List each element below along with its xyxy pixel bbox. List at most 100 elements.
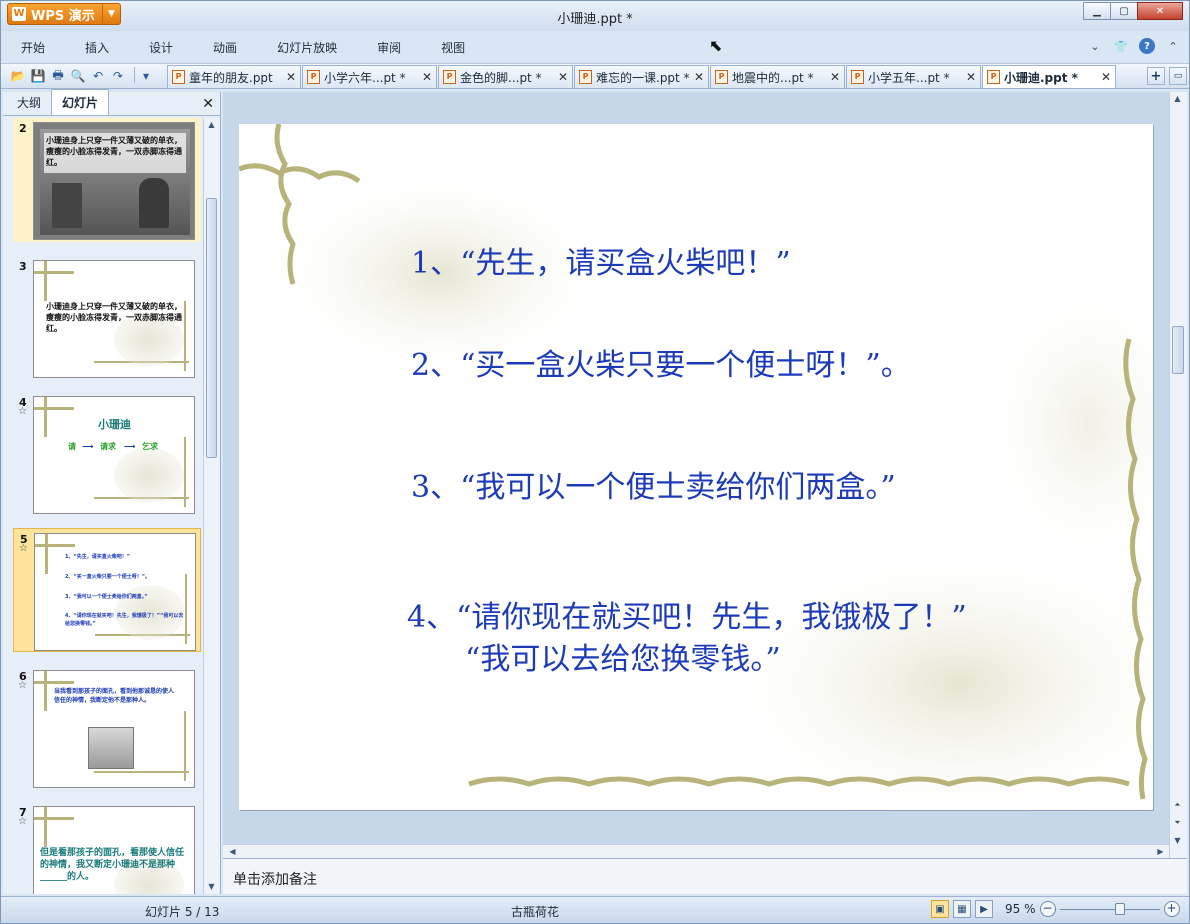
menubar-right-tools: ⌄ 👕 ? ⌃ [1087,38,1181,54]
slide-edit-area: 1、“先生，请买盒火柴吧！” 2、“买一盒火柴只要一个便士呀！”。 3、“我可以… [223,92,1169,844]
window-title: 小珊迪.ppt * [557,12,633,27]
help-icon[interactable]: ? [1139,38,1155,54]
scroll-left-icon[interactable]: ◀ [225,845,240,859]
thumbnail-flow-3: 乞求 [142,442,158,451]
menu-animation[interactable]: 动画 [193,39,257,56]
minimize-button[interactable]: ▁ [1083,2,1111,20]
zoom-slider-knob[interactable] [1114,903,1125,915]
animation-star-icon: ☆ [19,543,28,554]
doc-tab[interactable]: P 小学六年...pt * ✕ [302,65,437,88]
slide-thumbnail[interactable]: 4 ☆ 小珊迪 请 ⟶ 请求 ⟶ 乞求 [13,392,201,516]
close-icon[interactable]: ✕ [966,70,976,84]
scroll-up-icon[interactable]: ▲ [1170,92,1185,106]
menu-view[interactable]: 视图 [421,39,485,56]
thumbnail-text: 当我看到那孩子的面孔，看到他那诚恳的使人信任的神情，我断定他不是那种人。 [54,688,175,704]
slide-thumbnail-selected[interactable]: 5 ☆ 1、“先生，请买盒火柴吧！” 2、“买一盒火柴只要一个便士呀！”。 3、… [13,528,201,652]
notes-pane[interactable]: 单击添加备注 [223,858,1187,894]
doc-tab[interactable]: P 地震中的...pt * ✕ [710,65,845,88]
thumbnail-line: 3、“我可以一个便士卖给你们两盒。” [65,594,148,600]
doc-tab-label: 小珊迪.ppt * [1004,70,1078,85]
theme-name[interactable]: 古瓶荷花 [511,903,559,920]
view-and-zoom-controls: ▣ ▦ ▶ 95 % − + [931,900,1180,918]
close-icon[interactable]: ✕ [202,96,214,112]
slideshow-view-icon[interactable]: ▶ [975,900,993,918]
close-icon[interactable]: ✕ [830,70,840,84]
tab-slides[interactable]: 幻灯片 [51,89,110,115]
doc-tab[interactable]: P 难忘的一课.ppt * ✕ [574,65,709,88]
menu-home[interactable]: 开始 [1,39,65,56]
zoom-out-icon[interactable]: − [1039,901,1056,917]
slide-text-line-5[interactable]: “我可以去给您换零钱。” [465,634,781,678]
thumbnail-flow-2: 请求 [100,442,116,451]
new-tab-plus-icon[interactable]: + [1147,67,1165,85]
thumbnail-title: 小珊迪 [98,418,131,431]
scroll-down-icon[interactable]: ▼ [204,880,219,894]
customize-dropdown-icon[interactable]: ▾ [137,67,155,85]
print-preview-icon[interactable]: 🔍 [69,67,87,85]
slide-thumbnail[interactable]: 3 小珊迪身上只穿一件又薄又破的单衣，瘦瘦的小脸冻得发青，一双赤脚冻得通红。 [13,256,201,380]
previous-slide-icon[interactable]: ⏶ [1170,798,1185,812]
skin-shirt-icon[interactable]: 👕 [1113,38,1129,54]
scrollbar-thumb[interactable] [1172,326,1184,374]
slide-text-line-3[interactable]: 3、“我可以一个便士卖给你们两盒。” [411,462,896,506]
close-button[interactable]: ✕ [1137,2,1183,20]
scroll-right-icon[interactable]: ▶ [1153,845,1168,859]
close-icon[interactable]: ✕ [422,70,432,84]
slide-text-line-1[interactable]: 1、“先生，请买盒火柴吧！” [411,238,791,282]
document-tabs: P 童年的朋友.ppt ✕ P 小学六年...pt * ✕ P 金色的脚...p… [167,65,1117,88]
doc-tab-label: 小学六年...pt * [324,70,406,85]
slide-number: 3 [19,260,27,273]
save-icon[interactable]: 💾 [29,67,47,85]
scroll-down-icon[interactable]: ▼ [1170,834,1185,848]
print-icon[interactable]: 🖶 [49,67,67,85]
slide-sorter-view-icon[interactable]: ▦ [953,900,971,918]
slides-pane: 大纲 幻灯片 ✕ 2 小珊迪身上只穿一件又薄又破的单衣，瘦瘦的小脸冻得发青，一双… [3,89,221,894]
thumbnail-line: 2、“买一盒火柴只要一个便士呀！”。 [65,574,151,580]
close-icon[interactable]: ✕ [558,70,568,84]
normal-view-icon[interactable]: ▣ [931,900,949,918]
menu-design[interactable]: 设计 [129,39,193,56]
main-horizontal-scrollbar[interactable]: ◀ ▶ [223,844,1169,858]
slide-canvas[interactable]: 1、“先生，请买盒火柴吧！” 2、“买一盒火柴只要一个便士呀！”。 3、“我可以… [239,124,1153,810]
slide-thumbnail[interactable]: 7 ☆ 但是看那孩子的面孔，看那使人信任的神情，我又断定小珊迪不是那种_____… [13,802,201,894]
scroll-up-icon[interactable]: ▲ [204,118,219,132]
tab-outline[interactable]: 大纲 [7,90,51,115]
doc-tab[interactable]: P 童年的朋友.ppt ✕ [167,65,301,88]
slide-text-line-4[interactable]: 4、“请你现在就买吧！先生，我饿极了！” [407,592,967,636]
slide-thumbnail[interactable]: 2 小珊迪身上只穿一件又薄又破的单衣，瘦瘦的小脸冻得发青，一双赤脚冻得通红。 [13,118,201,242]
main-vertical-scrollbar[interactable]: ▲ ⏶ ⏷ ▼ [1169,92,1187,858]
close-icon[interactable]: ✕ [694,70,704,84]
undo-icon[interactable]: ↶ [89,67,107,85]
chevron-up-icon[interactable]: ⌃ [1165,38,1181,54]
menu-review[interactable]: 审阅 [357,39,421,56]
doc-tab-label: 难忘的一课.ppt * [596,70,690,85]
doc-tab[interactable]: P 小学五年...pt * ✕ [846,65,981,88]
thumbnail-scrollbar[interactable]: ▲ ▼ [203,118,219,894]
zoom-level: 95 % [1005,902,1036,916]
quick-access-toolbar: 📂 💾 🖶 🔍 ↶ ↷ ▾ [9,67,155,85]
menu-insert[interactable]: 插入 [65,39,129,56]
zoom-slider[interactable] [1059,902,1160,916]
slide-thumbnail-list: 2 小珊迪身上只穿一件又薄又破的单衣，瘦瘦的小脸冻得发青，一双赤脚冻得通红。 3… [3,118,203,894]
pane-tabs: 大纲 幻灯片 [3,89,220,116]
slide-thumbnail[interactable]: 6 ☆ 当我看到那孩子的面孔，看到他那诚恳的使人信任的神情，我断定他不是那种人。 [13,666,201,790]
menu-slideshow[interactable]: 幻灯片放映 [257,39,357,56]
tab-list-icon[interactable]: ▭ [1169,67,1187,85]
slide-text-line-2[interactable]: 2、“买一盒火柴只要一个便士呀！”。 [411,340,911,384]
redo-icon[interactable]: ↷ [109,67,127,85]
zoom-in-icon[interactable]: + [1163,901,1180,917]
doc-tab[interactable]: P 金色的脚...pt * ✕ [438,65,573,88]
doc-tab-label: 童年的朋友.ppt [189,70,273,85]
close-icon[interactable]: ✕ [286,70,296,84]
thumbnail-text: 小珊迪身上只穿一件又薄又破的单衣，瘦瘦的小脸冻得发青，一双赤脚冻得通红。 [46,302,182,333]
thumbnail-line: 4、“请你现在就买吧！先生，我饿极了！”“我可以去给您换零钱。” [65,613,184,627]
chevron-down-icon[interactable]: ⌄ [1087,38,1103,54]
close-icon[interactable]: ✕ [1101,70,1111,84]
ppt-file-icon: P [987,70,1000,84]
maximize-button[interactable]: ▢ [1110,2,1138,20]
next-slide-icon[interactable]: ⏷ [1170,816,1185,830]
scrollbar-thumb[interactable] [206,198,217,458]
open-folder-icon[interactable]: 📂 [9,67,27,85]
slide-thumbnail-image: 小珊迪身上只穿一件又薄又破的单衣，瘦瘦的小脸冻得发青，一双赤脚冻得通红。 [33,260,195,378]
doc-tab-active[interactable]: P 小珊迪.ppt * ✕ [982,65,1116,88]
